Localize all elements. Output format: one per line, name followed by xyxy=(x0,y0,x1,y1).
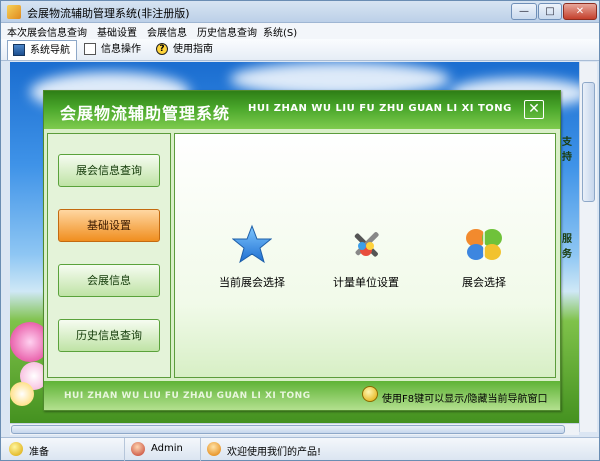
navigation-panel: 会展物流辅助管理系统 HUI ZHAN WU LIU FU ZHU GUAN L… xyxy=(43,90,561,411)
footer-title-en: HUI ZHAN WU LIU FU ZHAU GUAN LI XI TONG xyxy=(64,391,311,401)
tile-label: 当前展会选择 xyxy=(219,276,285,289)
nav-basic-settings-button[interactable]: 基础设置 xyxy=(58,209,160,242)
side-text: 支持 xyxy=(562,137,572,163)
footer-hint: 使用F8键可以显示/隐藏当前导航窗口 xyxy=(382,394,548,405)
maximize-button[interactable]: □ xyxy=(538,3,562,20)
help-icon: ? xyxy=(156,43,168,55)
tab-label: 使用指南 xyxy=(173,44,213,55)
status-section-state: 准备 xyxy=(1,438,125,461)
status-bar: 准备 Admin 欢迎使用我们的产品! xyxy=(1,437,599,461)
tile-unit-settings[interactable]: 计量单位设置 xyxy=(311,194,421,304)
menu-current-expo-query[interactable]: 本次展会信息查询 xyxy=(7,24,87,39)
status-message: 欢迎使用我们的产品! xyxy=(227,447,322,458)
tab-system-navigation[interactable]: 系统导航 xyxy=(7,40,77,60)
tab-user-guide[interactable]: ? 使用指南 xyxy=(151,40,219,60)
users-icon xyxy=(207,442,221,456)
scrollbar-thumb[interactable] xyxy=(11,425,565,434)
lightbulb-icon xyxy=(362,386,378,402)
vertical-scrollbar[interactable] xyxy=(579,62,597,432)
panel-footer: HUI ZHAN WU LIU FU ZHAU GUAN LI XI TONG … xyxy=(44,381,560,410)
panel-title: 会展物流辅助管理系统 xyxy=(60,104,231,123)
panel-header: 会展物流辅助管理系统 HUI ZHAN WU LIU FU ZHU GUAN L… xyxy=(44,91,560,129)
user-icon xyxy=(131,442,145,456)
tile-label: 计量单位设置 xyxy=(333,276,399,289)
tools-icon xyxy=(354,232,379,257)
status-section-user: Admin xyxy=(125,438,201,461)
star-icon xyxy=(232,224,272,264)
app-window: 会展物流辅助管理系统(非注册版) — □ ✕ 本次展会信息查询 基础设置 会展信… xyxy=(0,0,600,461)
panel-title-en: HUI ZHAN WU LIU FU ZHU GUAN LI XI TONG xyxy=(248,103,512,114)
navigation-icon xyxy=(13,44,25,56)
title-bar[interactable]: 会展物流辅助管理系统(非注册版) — □ ✕ xyxy=(1,1,599,23)
window-title: 会展物流辅助管理系统(非注册版) xyxy=(27,7,190,20)
menu-bar: 本次展会信息查询 基础设置 会展信息 历史信息查询 系统(S) xyxy=(1,23,599,39)
flower xyxy=(10,382,34,406)
tile-expo-select[interactable]: 展会选择 xyxy=(429,194,539,304)
nav-column: 展会信息查询 基础设置 会展信息 历史信息查询 xyxy=(47,133,171,378)
app-icon xyxy=(7,5,21,19)
tab-label: 系统导航 xyxy=(30,45,70,56)
menu-expo-info[interactable]: 会展信息 xyxy=(147,24,187,39)
tab-label: 信息操作 xyxy=(101,44,141,55)
nav-expo-info-button[interactable]: 会展信息 xyxy=(58,264,160,297)
menu-history-query[interactable]: 历史信息查询 xyxy=(197,24,257,39)
side-text: 服务 xyxy=(562,234,572,260)
panel-close-button[interactable]: ✕ xyxy=(524,100,544,119)
menu-basic-settings[interactable]: 基础设置 xyxy=(97,24,137,39)
lightbulb-icon xyxy=(9,442,23,456)
tile-current-expo-select[interactable]: 当前展会选择 xyxy=(197,194,307,304)
close-button[interactable]: ✕ xyxy=(563,3,597,20)
status-section-message: 欢迎使用我们的产品! xyxy=(201,438,599,461)
horizontal-scrollbar[interactable] xyxy=(10,423,579,435)
menu-system[interactable]: 系统(S) xyxy=(263,24,297,39)
status-user: Admin xyxy=(151,443,183,454)
toolbar: 系统导航 信息操作 ? 使用指南 xyxy=(1,39,599,61)
nav-expo-info-query-button[interactable]: 展会信息查询 xyxy=(58,154,160,187)
content-area: 当前展会选择 计量单位设置 展会选择 xyxy=(174,133,556,378)
document-icon xyxy=(84,43,96,55)
tile-label: 展会选择 xyxy=(462,276,506,289)
tab-info-operation[interactable]: 信息操作 xyxy=(79,40,147,60)
nav-history-query-button[interactable]: 历史信息查询 xyxy=(58,319,160,352)
scrollbar-thumb[interactable] xyxy=(582,82,595,202)
minimize-button[interactable]: — xyxy=(511,3,537,20)
status-state: 准备 xyxy=(29,447,49,458)
butterfly-icon xyxy=(466,229,502,260)
